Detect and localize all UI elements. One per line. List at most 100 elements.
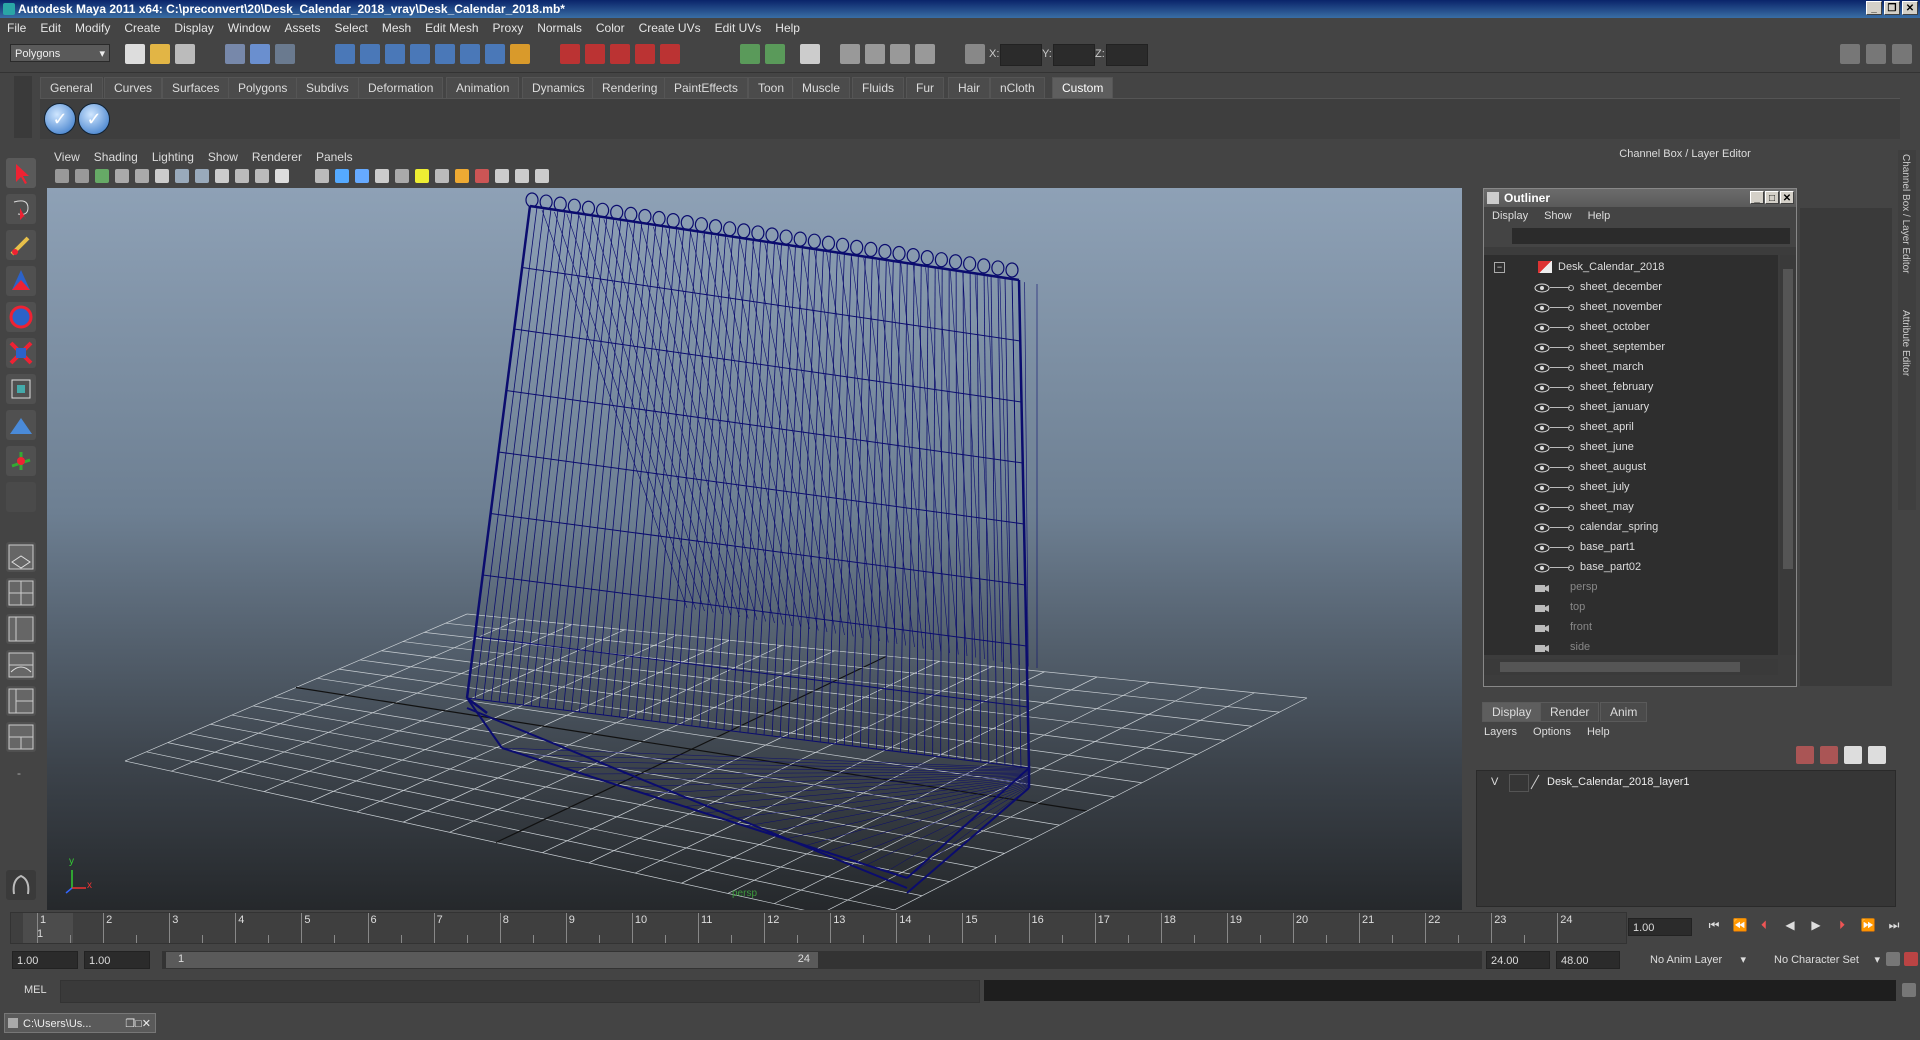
outliner-item[interactable]: sheet_february	[1484, 377, 1778, 397]
playback-end-field[interactable]: 24.00	[1486, 951, 1550, 969]
gate-mask-icon[interactable]	[215, 169, 229, 183]
shelf-tab-general[interactable]: General	[40, 77, 103, 98]
viewport-menu-renderer[interactable]: Renderer	[245, 150, 309, 164]
menu-edit[interactable]: Edit	[33, 21, 68, 35]
outliner-camera-item[interactable]: side	[1484, 637, 1778, 655]
default-material-icon[interactable]	[375, 169, 389, 183]
outliner-camera-item[interactable]: persp	[1484, 577, 1778, 597]
outliner-item[interactable]: base_part02	[1484, 557, 1778, 577]
time-slider[interactable]: 1 1 2 3 4 5 6 7 8 9 10 11 12 13 14 15 16 17 18 19 20 21 22 23 2…	[10, 912, 1627, 944]
menu-assets[interactable]: Assets	[277, 21, 327, 35]
snap-plane-icon[interactable]	[410, 44, 430, 64]
step-forward-frame-button[interactable]: ⏵	[1832, 916, 1852, 934]
menu-select[interactable]: Select	[327, 21, 374, 35]
save-scene-icon[interactable]	[175, 44, 195, 64]
z-field[interactable]	[1106, 44, 1148, 66]
menu-edit-uvs[interactable]: Edit UVs	[708, 21, 769, 35]
scale-tool-icon[interactable]	[6, 338, 36, 368]
universal-manipulator-icon[interactable]	[6, 374, 36, 404]
resolution-gate-icon[interactable]	[195, 169, 209, 183]
ipr-render-icon[interactable]	[585, 44, 605, 64]
layer-tab-render[interactable]: Render	[1540, 702, 1600, 722]
snap-curve-icon[interactable]	[360, 44, 380, 64]
textured-icon[interactable]	[395, 169, 409, 183]
range-slider-handle[interactable]: 1 24	[166, 952, 818, 968]
playback-start-field[interactable]: 1.00	[84, 951, 150, 969]
outliner-item[interactable]: sheet_july	[1484, 477, 1778, 497]
shelf-tab-ncloth[interactable]: nCloth	[990, 77, 1045, 98]
shelf-tab-polygons[interactable]: Polygons	[228, 77, 298, 98]
outliner-camera-item[interactable]: top	[1484, 597, 1778, 617]
rotate-tool-icon[interactable]	[6, 302, 36, 332]
new-scene-icon[interactable]	[125, 44, 145, 64]
toggle-layout-icon[interactable]	[765, 44, 785, 64]
layer-playback-toggle[interactable]	[1509, 774, 1529, 792]
render-view-icon[interactable]	[660, 44, 680, 64]
open-scene-icon[interactable]	[150, 44, 170, 64]
layer-tab-anim[interactable]: Anim	[1600, 702, 1648, 722]
shelf-tab-surfaces[interactable]: Surfaces	[162, 77, 230, 98]
layer-menu-options[interactable]: Options	[1525, 726, 1579, 738]
image-plane-icon[interactable]	[115, 169, 129, 183]
toggle-panel-icon[interactable]	[740, 44, 760, 64]
snap-point-icon[interactable]	[385, 44, 405, 64]
custom-check-icon-2[interactable]: ✓	[78, 103, 110, 135]
hypershade-icon[interactable]	[635, 44, 655, 64]
isolate-select-icon[interactable]	[475, 169, 489, 183]
viewport-menu-panels[interactable]: Panels	[309, 150, 360, 164]
outliner-menu-display[interactable]: Display	[1484, 210, 1536, 222]
range-slider-track[interactable]: 1 24	[162, 951, 1482, 969]
menu-create[interactable]: Create	[117, 21, 167, 35]
go-to-end-button[interactable]: ⏭	[1884, 916, 1904, 934]
attribute-editor-side-tab[interactable]: Attribute Editor	[1900, 310, 1911, 376]
select-camera-icon[interactable]	[55, 169, 69, 183]
key-icon[interactable]	[1886, 952, 1900, 966]
graph-persp-layout-icon[interactable]	[6, 650, 36, 680]
script-editor-icon[interactable]	[1902, 983, 1916, 997]
history-icon[interactable]	[460, 44, 480, 64]
soft-modification-icon[interactable]	[6, 410, 36, 440]
outliner-vertical-scrollbar[interactable]	[1780, 255, 1796, 655]
snap-grid-icon[interactable]	[335, 44, 355, 64]
outliner-close-button[interactable]: ✕	[1780, 191, 1794, 204]
outliner-item[interactable]: sheet_january	[1484, 397, 1778, 417]
go-to-start-button[interactable]: ⏮	[1704, 916, 1724, 934]
outliner-maximize-button[interactable]: □	[1765, 191, 1779, 204]
shelf-tab-painteffects[interactable]: PaintEffects	[664, 77, 748, 98]
smooth-shade-icon[interactable]	[335, 169, 349, 183]
outliner-menu-help[interactable]: Help	[1580, 210, 1619, 222]
layer-tab-display[interactable]: Display	[1482, 702, 1542, 722]
step-back-key-button[interactable]: ⏪	[1730, 916, 1750, 934]
outliner-item[interactable]: sheet_october	[1484, 317, 1778, 337]
layer-name[interactable]: Desk_Calendar_2018_layer1	[1547, 776, 1689, 788]
menu-help[interactable]: Help	[768, 21, 807, 35]
play-forward-button[interactable]: ▶	[1806, 916, 1826, 934]
minimize-button[interactable]: _	[1866, 1, 1882, 15]
bookmarks-icon[interactable]	[95, 169, 109, 183]
minimized-window-item[interactable]: C:\Users\Us... ❐□✕	[4, 1013, 156, 1033]
outliner-item[interactable]: sheet_may	[1484, 497, 1778, 517]
film-gate-icon[interactable]	[175, 169, 189, 183]
outliner-item[interactable]: sheet_march	[1484, 357, 1778, 377]
viewport-canvas[interactable]	[47, 188, 1462, 910]
menu-display[interactable]: Display	[167, 21, 220, 35]
xray-joints-icon[interactable]	[515, 169, 529, 183]
menu-proxy[interactable]: Proxy	[486, 21, 531, 35]
transform-mode-icon[interactable]	[965, 44, 985, 64]
trax-icon[interactable]	[890, 44, 910, 64]
use-all-lights-icon[interactable]	[415, 169, 429, 183]
layout-menu-button[interactable]: -	[6, 758, 36, 788]
shelf-tab-toon[interactable]: Toon	[748, 77, 795, 98]
outliner-item[interactable]: sheet_december	[1484, 277, 1778, 297]
current-frame-field[interactable]: 1.00	[1628, 918, 1692, 936]
new-empty-layer-icon[interactable]	[1844, 746, 1862, 764]
lasso-tool-icon[interactable]	[6, 194, 36, 224]
perspective-viewport[interactable]: y x persp	[47, 188, 1462, 910]
safe-action-icon[interactable]	[255, 169, 269, 183]
shelf-tab-fur[interactable]: Fur	[906, 77, 944, 98]
toggle-channel-box-icon[interactable]	[1892, 44, 1912, 64]
step-back-frame-button[interactable]: ⏴	[1754, 916, 1774, 934]
dope-sheet-icon[interactable]	[865, 44, 885, 64]
outliner-item[interactable]: calendar_spring	[1484, 517, 1778, 537]
anim-layer-select[interactable]: No Anim Layer ▾	[1646, 951, 1748, 969]
